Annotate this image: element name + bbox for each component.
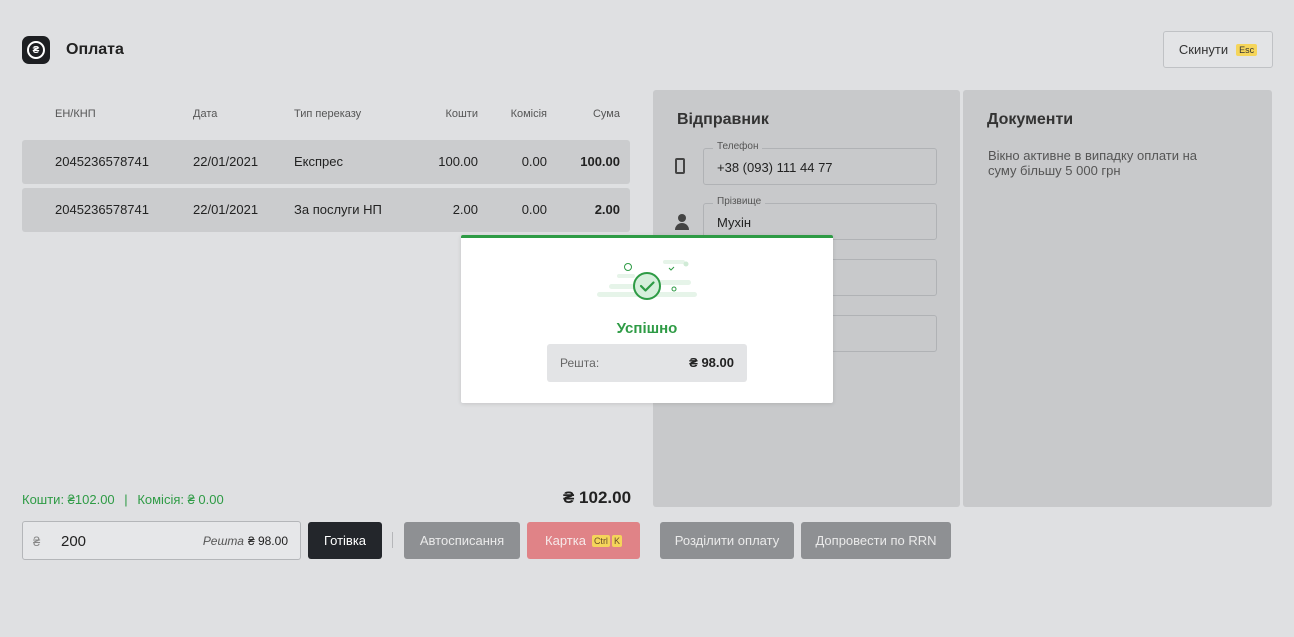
table-row[interactable]: 2045236578741 22/01/2021 Експрес 100.00 …	[22, 140, 630, 184]
success-check-icon	[597, 260, 697, 300]
button-divider	[392, 532, 393, 548]
change-value: ₴ 98.00	[689, 355, 734, 370]
cell-funds: 2.00	[452, 202, 478, 217]
hryvnia-icon: ₴	[33, 534, 41, 549]
page-title: Оплата	[66, 41, 124, 58]
cell-sum: 2.00	[594, 202, 620, 217]
documents-title: Документи	[987, 111, 1074, 128]
table-header: ЕН/КНП Дата Тип переказу Кошти Комісія С…	[22, 108, 630, 124]
sender-title: Відправник	[677, 111, 769, 128]
cell-type: Експрес	[294, 154, 344, 169]
cell-date: 22/01/2021	[193, 154, 259, 169]
total-amount: ₴ 102.00	[563, 488, 632, 507]
surname-field-value: Мухін	[717, 215, 752, 230]
summary-funds: Кошти: ₴102.00	[22, 492, 115, 507]
person-icon	[675, 214, 689, 230]
table-row[interactable]: 2045236578741 22/01/2021 За послуги НП 2…	[22, 188, 630, 232]
phone-icon	[675, 158, 685, 174]
change-box: Решта: ₴ 98.00	[547, 344, 747, 382]
cell-en: 2045236578741	[55, 202, 149, 217]
amount-input[interactable]: ₴ 200 Решта ₴ 98.00	[22, 521, 301, 560]
split-payment-button[interactable]: Розділити оплату	[660, 522, 794, 559]
hryvnia-icon: ₴	[27, 41, 45, 59]
cell-funds: 100.00	[438, 154, 478, 169]
reset-button-label: Скинути	[1178, 42, 1229, 57]
column-header-commission: Комісія	[510, 108, 547, 120]
amount-value: 200	[61, 533, 87, 550]
app-logo: ₴	[22, 36, 50, 64]
cell-date: 22/01/2021	[193, 202, 259, 217]
column-header-date: Дата	[193, 108, 218, 120]
phone-field-value: +38 (093) 111 44 77	[717, 160, 833, 175]
success-modal: Успішно Решта: ₴ 98.00	[461, 235, 833, 403]
summary-separator: |	[124, 492, 128, 507]
card-button[interactable]: Картка Ctrl K	[527, 522, 640, 559]
card-button-label: Картка	[545, 533, 586, 548]
success-status: Успішно	[616, 320, 678, 337]
k-shortcut-badge: K	[611, 534, 622, 547]
cell-en: 2045236578741	[55, 154, 149, 169]
rest-label: Решта	[202, 534, 244, 548]
rest-indicator: Решта ₴ 98.00	[203, 534, 288, 548]
auto-debit-button[interactable]: Автосписання	[404, 522, 520, 559]
ctrl-shortcut-badge: Ctrl	[591, 534, 610, 547]
surname-field-label: Прізвище	[713, 196, 766, 207]
payment-summary: Кошти: ₴102.00 | Комісія: ₴ 0.00	[22, 492, 224, 507]
cell-type: За послуги НП	[294, 202, 382, 217]
documents-note: Вікно активне в випадку оплати на суму б…	[988, 148, 1197, 178]
reset-button[interactable]: Скинути Esc	[1163, 31, 1273, 68]
cash-button[interactable]: Готівка	[308, 522, 382, 559]
documents-panel: Документи Вікно активне в випадку оплати…	[963, 90, 1272, 507]
cell-commission: 0.00	[521, 154, 547, 169]
cell-commission: 0.00	[521, 202, 547, 217]
column-header-sum: Сума	[592, 108, 620, 120]
column-header-en: ЕН/КНП	[55, 108, 96, 120]
change-label: Решта:	[560, 356, 600, 370]
cell-sum: 100.00	[580, 154, 620, 169]
phone-field[interactable]: Телефон +38 (093) 111 44 77	[703, 141, 937, 185]
rest-value: ₴ 98.00	[247, 534, 288, 548]
rrn-button[interactable]: Допровести по RRN	[801, 522, 951, 559]
column-header-type: Тип переказу	[294, 108, 362, 120]
page-header: ₴ Оплата	[22, 36, 124, 64]
phone-field-label: Телефон	[713, 141, 763, 152]
column-header-funds: Кошти	[445, 108, 478, 120]
summary-commission: Комісія: ₴ 0.00	[137, 492, 224, 507]
esc-shortcut-badge: Esc	[1236, 43, 1258, 56]
